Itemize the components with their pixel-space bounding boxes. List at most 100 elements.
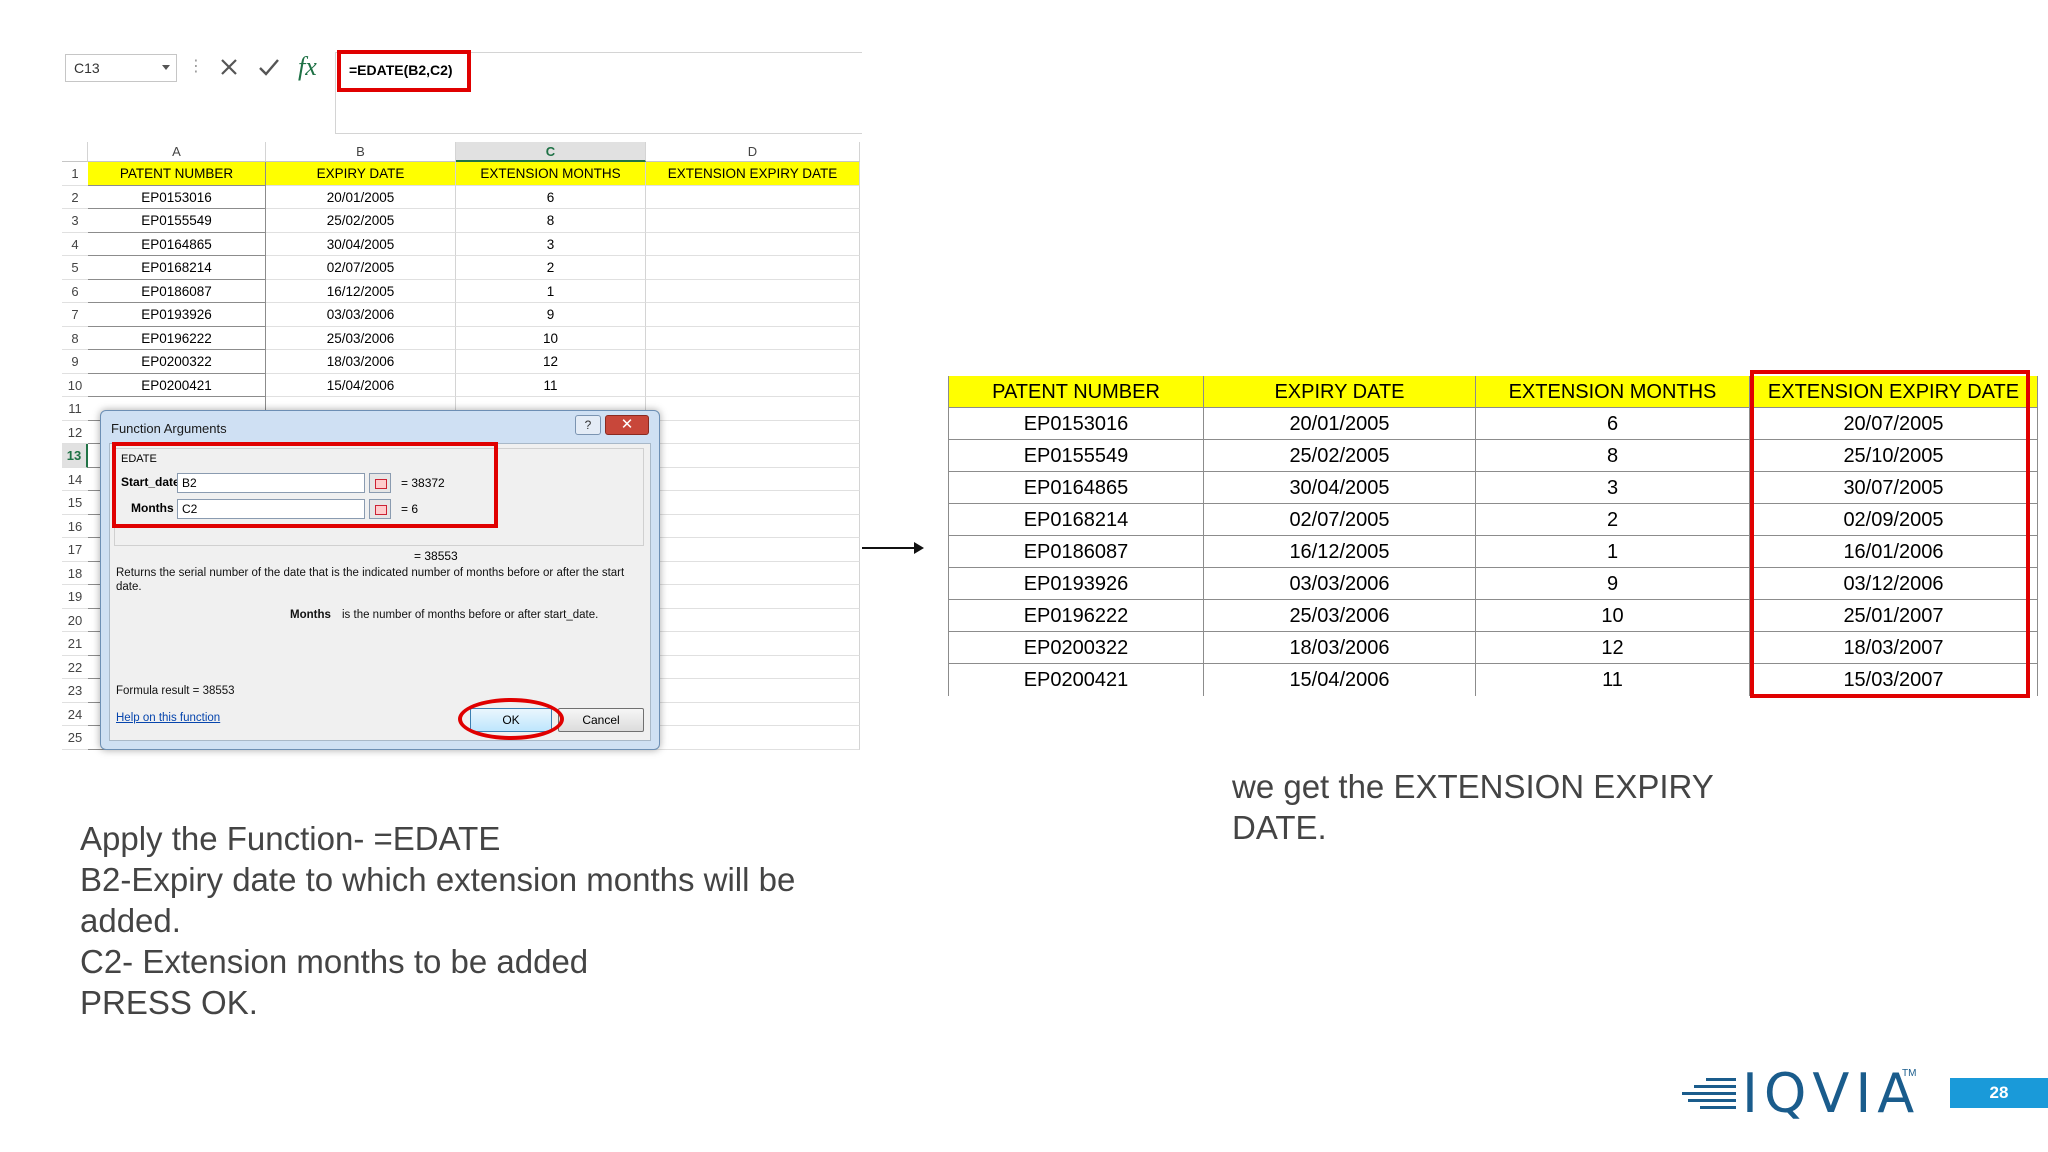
cell-a1[interactable]: PATENT NUMBER — [88, 162, 266, 186]
table-cell[interactable]: 9 — [456, 303, 646, 327]
table-cell[interactable]: 25/03/2006 — [266, 326, 456, 350]
table-cell[interactable] — [646, 397, 860, 421]
table-cell[interactable] — [646, 420, 860, 444]
result-cell: EP0196222 — [948, 600, 1204, 632]
table-cell[interactable] — [646, 679, 860, 703]
help-button[interactable]: ? — [575, 415, 601, 435]
table-cell[interactable] — [646, 632, 860, 656]
table-cell[interactable] — [646, 491, 860, 515]
row-header[interactable]: 21 — [62, 632, 88, 656]
table-cell[interactable]: EP0186087 — [88, 279, 266, 303]
table-cell[interactable]: EP0200322 — [88, 350, 266, 374]
row-header[interactable]: 4 — [62, 233, 88, 256]
table-cell[interactable]: 12 — [456, 350, 646, 374]
table-cell[interactable] — [646, 209, 860, 233]
row-header[interactable]: 2 — [62, 186, 88, 209]
row-header[interactable]: 16 — [62, 515, 88, 538]
row-header[interactable]: 17 — [62, 538, 88, 562]
table-cell[interactable]: 8 — [456, 209, 646, 233]
result-caption: we get the EXTENSION EXPIRY DATE. — [1232, 768, 1714, 846]
row-header[interactable]: 7 — [62, 303, 88, 327]
column-header-d[interactable]: D — [646, 142, 860, 162]
table-cell[interactable] — [646, 561, 860, 585]
excel-screenshot: C13 ⋮ fx =EDATE(B2,C2) A B C D 123456789… — [62, 46, 862, 760]
table-cell[interactable] — [646, 373, 860, 397]
cell-d1[interactable]: EXTENSION EXPIRY DATE — [646, 162, 860, 186]
row-header[interactable]: 9 — [62, 350, 88, 374]
row-header[interactable]: 18 — [62, 562, 88, 585]
formula-input[interactable]: =EDATE(B2,C2) — [337, 50, 471, 92]
table-cell[interactable]: EP0155549 — [88, 209, 266, 233]
column-header-b[interactable]: B — [266, 142, 456, 162]
row-header[interactable]: 8 — [62, 327, 88, 350]
table-cell[interactable]: EP0193926 — [88, 303, 266, 327]
arg-help-text: is the number of months before or after … — [342, 609, 599, 621]
table-cell[interactable] — [646, 655, 860, 679]
table-cell[interactable]: EP0153016 — [88, 185, 266, 209]
table-cell[interactable]: 10 — [456, 326, 646, 350]
table-cell[interactable] — [646, 232, 860, 256]
table-cell[interactable]: 25/02/2005 — [266, 209, 456, 233]
table-cell[interactable]: 03/03/2006 — [266, 303, 456, 327]
row-header[interactable]: 20 — [62, 609, 88, 632]
table-cell[interactable]: 6 — [456, 185, 646, 209]
table-cell[interactable] — [646, 514, 860, 538]
close-button[interactable]: ✕ — [605, 415, 649, 435]
table-cell[interactable] — [646, 444, 860, 468]
row-header[interactable]: 11 — [62, 397, 88, 421]
row-header[interactable]: 24 — [62, 703, 88, 726]
table-cell[interactable]: EP0164865 — [88, 232, 266, 256]
help-link[interactable]: Help on this function — [116, 712, 220, 724]
row-header[interactable]: 23 — [62, 679, 88, 703]
table-cell[interactable]: 18/03/2006 — [266, 350, 456, 374]
result-cell: 16/12/2005 — [1204, 536, 1476, 568]
table-cell[interactable] — [646, 326, 860, 350]
row-header[interactable]: 5 — [62, 256, 88, 280]
chevron-down-icon[interactable] — [162, 65, 170, 70]
table-cell[interactable]: 11 — [456, 373, 646, 397]
row-header[interactable]: 19 — [62, 585, 88, 609]
column-header-c[interactable]: C — [456, 142, 646, 162]
table-cell[interactable] — [646, 185, 860, 209]
table-cell[interactable] — [646, 585, 860, 609]
name-box[interactable]: C13 — [65, 54, 177, 82]
table-cell[interactable] — [646, 303, 860, 327]
table-cell[interactable]: 1 — [456, 279, 646, 303]
cancel-icon[interactable] — [214, 52, 244, 82]
row-header[interactable]: 3 — [62, 209, 88, 233]
table-cell[interactable] — [646, 467, 860, 491]
column-header-a[interactable]: A — [88, 142, 266, 162]
table-cell[interactable] — [646, 726, 860, 750]
row-header[interactable]: 10 — [62, 374, 88, 397]
row-header[interactable]: 6 — [62, 280, 88, 303]
table-cell[interactable]: 2 — [456, 256, 646, 280]
table-cell[interactable] — [646, 608, 860, 632]
table-cell[interactable]: EP0196222 — [88, 326, 266, 350]
table-cell[interactable]: 3 — [456, 232, 646, 256]
table-cell[interactable] — [646, 702, 860, 726]
table-cell[interactable] — [646, 350, 860, 374]
row-header[interactable]: 12 — [62, 421, 88, 444]
row-header[interactable]: 25 — [62, 726, 88, 750]
row-header[interactable]: 14 — [62, 468, 88, 491]
cancel-button[interactable]: Cancel — [558, 708, 644, 732]
table-cell[interactable]: 02/07/2005 — [266, 256, 456, 280]
row-header[interactable]: 1 — [62, 162, 88, 186]
table-cell[interactable]: 15/04/2006 — [266, 373, 456, 397]
table-cell[interactable]: EP0168214 — [88, 256, 266, 280]
cell-c1[interactable]: EXTENSION MONTHS — [456, 162, 646, 186]
check-icon[interactable] — [254, 52, 284, 82]
table-cell[interactable] — [646, 538, 860, 562]
table-cell[interactable]: EP0200421 — [88, 373, 266, 397]
table-cell[interactable]: 30/04/2005 — [266, 232, 456, 256]
table-cell[interactable] — [646, 256, 860, 280]
table-cell[interactable]: 16/12/2005 — [266, 279, 456, 303]
row-header[interactable]: 13 — [62, 444, 88, 468]
row-header[interactable]: 22 — [62, 656, 88, 679]
table-cell[interactable]: 20/01/2005 — [266, 185, 456, 209]
row-header[interactable]: 15 — [62, 491, 88, 515]
insert-function-icon[interactable]: fx — [298, 52, 317, 82]
cell-b1[interactable]: EXPIRY DATE — [266, 162, 456, 186]
table-cell[interactable] — [646, 279, 860, 303]
select-all-corner[interactable] — [62, 142, 88, 162]
